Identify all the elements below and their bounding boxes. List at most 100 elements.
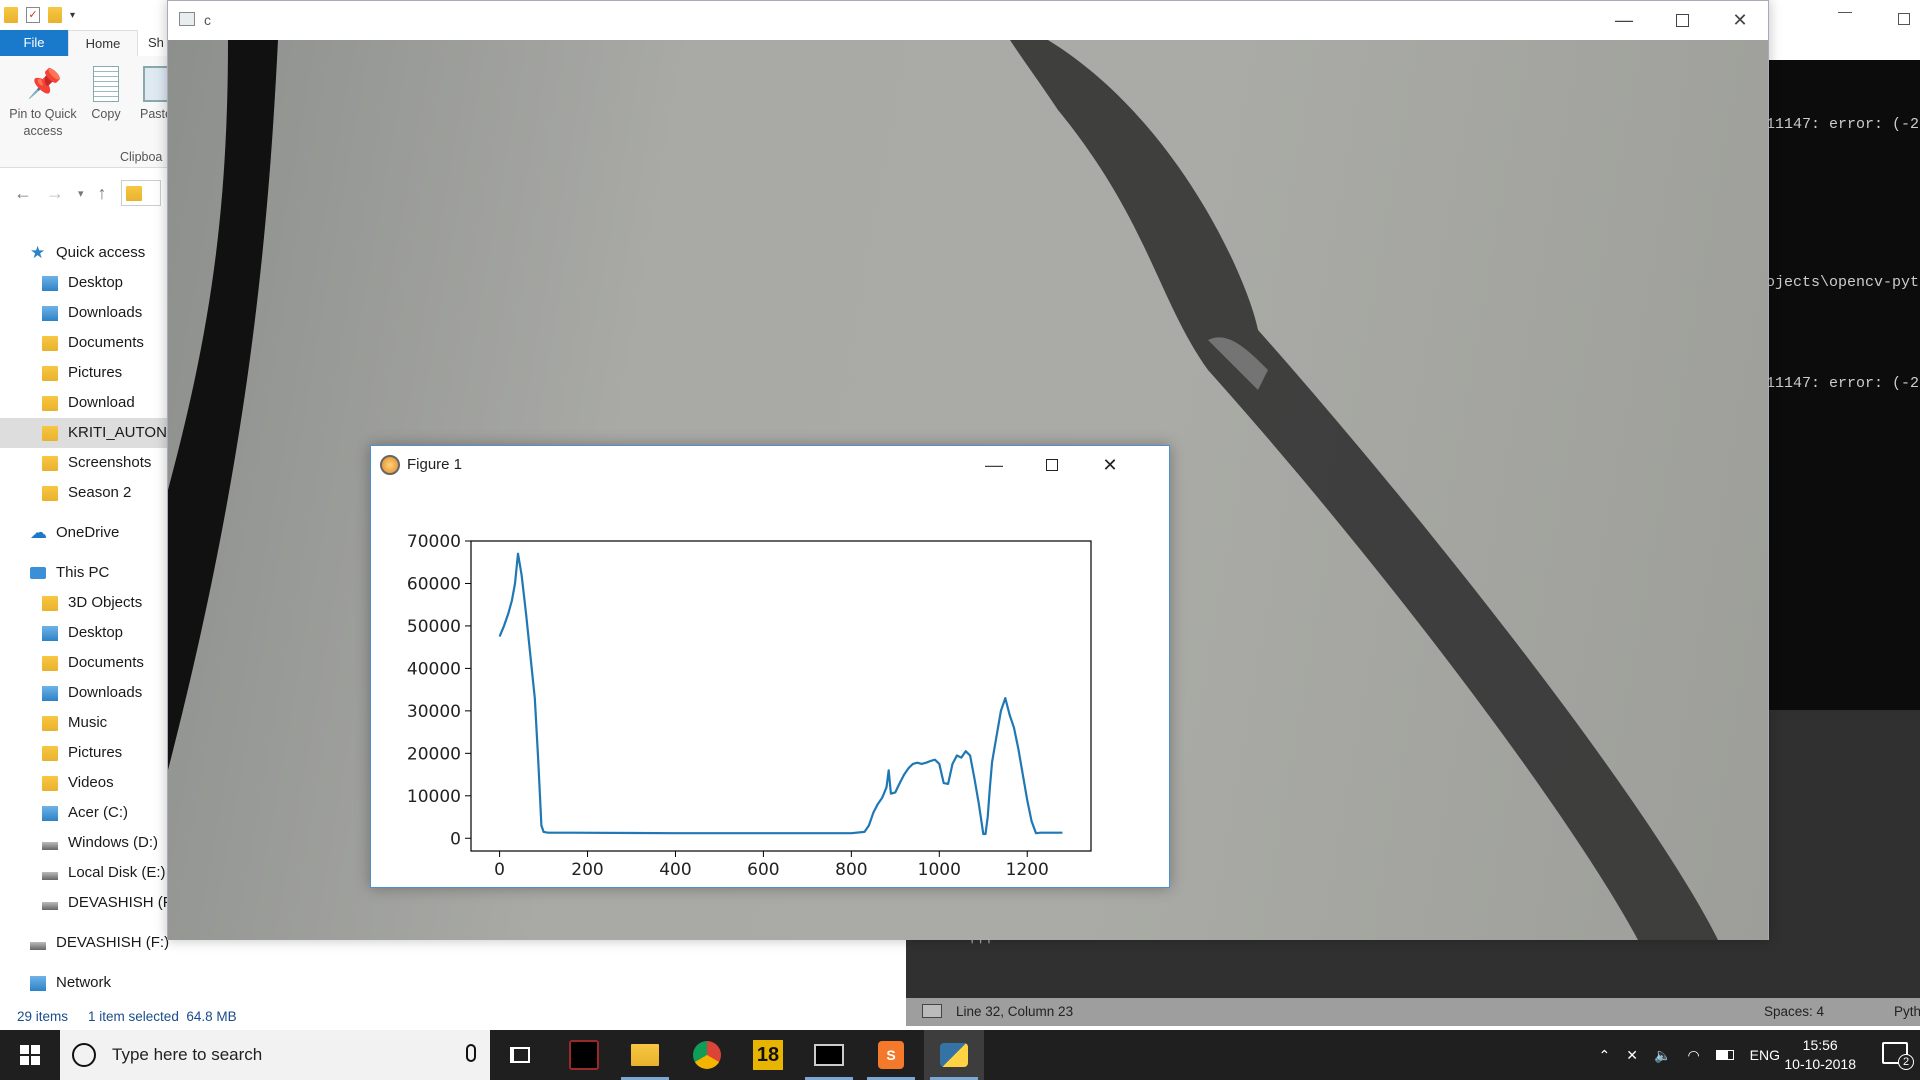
nav-item[interactable]: ☁ OneDrive	[30, 518, 119, 548]
nav-item[interactable]: Desktop	[42, 268, 123, 298]
y-tick-label: 10000	[407, 787, 461, 807]
folder-icon	[125, 185, 142, 201]
figure-titlebar[interactable]: Figure 1 — ✕	[371, 446, 1169, 484]
console-toggle-icon[interactable]	[922, 1004, 942, 1018]
item-count: 29 items	[17, 1009, 69, 1024]
nav-item[interactable]: Documents	[42, 328, 144, 358]
clock[interactable]: 15:56 10-10-2018	[1784, 1036, 1856, 1074]
wifi-icon[interactable]: ◠	[1687, 1047, 1699, 1064]
video-window-titlebar[interactable]: c — ✕	[168, 1, 1768, 40]
nav-item[interactable]: This PC	[30, 558, 109, 588]
pin-to-quick-access-button[interactable]: 📌 Pin to Quick access	[8, 66, 78, 140]
nav-item-label: Downloads	[68, 304, 143, 321]
tab-file[interactable]: File	[0, 30, 68, 56]
nav-item[interactable]: Local Disk (E:)	[42, 858, 166, 888]
maximize-icon	[1675, 14, 1689, 27]
drive-icon	[30, 942, 46, 950]
nav-item[interactable]: Acer (C:)	[42, 798, 128, 828]
sublime-text-icon: S	[878, 1041, 904, 1069]
minimize-button[interactable]: —	[1595, 1, 1653, 40]
task-view-button[interactable]	[490, 1030, 550, 1080]
taskbar-app-python[interactable]	[924, 1030, 984, 1080]
microphone-icon[interactable]	[466, 1044, 476, 1062]
clock-time: 15:56	[1802, 1037, 1838, 1053]
battery-icon[interactable]	[1715, 1050, 1734, 1060]
search-box[interactable]: Type here to search	[60, 1030, 490, 1080]
x-tick-label: 800	[835, 860, 867, 880]
close-icon: ✕	[1102, 454, 1118, 475]
nav-item[interactable]: Music	[42, 708, 107, 738]
nav-item-label: Windows (D:)	[68, 834, 159, 851]
tab-home[interactable]: Home	[68, 30, 138, 56]
indentation-setting[interactable]: Spaces: 4	[1764, 1004, 1824, 1019]
minimize-icon[interactable]	[1838, 12, 1852, 13]
syntax-setting[interactable]: Pyth	[1894, 1004, 1920, 1019]
nav-item[interactable]: Windows (D:)	[42, 828, 158, 858]
console-window[interactable]: 11147: error: (-2 ojects\opencv-pyt 1114…	[1760, 60, 1920, 710]
nav-item[interactable]: Season 2	[42, 478, 131, 508]
x-tick-label: 200	[571, 860, 603, 880]
minimize-button[interactable]: —	[965, 446, 1023, 484]
y-tick-label: 60000	[407, 574, 461, 594]
chrome-icon	[693, 1041, 721, 1069]
nav-item[interactable]: Desktop	[42, 618, 123, 648]
nav-item[interactable]: DEVASHISH (F:)	[42, 888, 181, 918]
up-arrow-icon[interactable]: ↑	[98, 183, 107, 204]
close-button[interactable]: ✕	[1081, 446, 1139, 484]
nav-item[interactable]: Download	[42, 388, 135, 418]
nav-item[interactable]: Downloads	[42, 298, 142, 328]
network-icon	[30, 975, 46, 991]
y-tick-label: 20000	[407, 744, 461, 764]
y-tick-label: 70000	[407, 532, 461, 552]
action-center-button[interactable]: 2	[1882, 1042, 1914, 1070]
cursor-position[interactable]: Line 32, Column 23	[956, 1004, 1073, 1019]
maximize-button[interactable]	[1653, 1, 1711, 40]
downloads-icon	[42, 305, 58, 321]
nav-item-label: OneDrive	[56, 524, 120, 541]
y-tick-label: 50000	[407, 617, 461, 637]
network-disconnected-icon[interactable]: ✕	[1626, 1047, 1638, 1064]
terminal-icon	[814, 1044, 844, 1066]
predator-icon	[569, 1040, 599, 1070]
start-button[interactable]	[0, 1030, 60, 1080]
copy-button[interactable]: Copy	[86, 66, 126, 123]
taskbar-app-sublime[interactable]: S	[861, 1030, 921, 1080]
nav-item[interactable]: DEVASHISH (F:)	[30, 928, 169, 958]
maximize-button[interactable]	[1023, 446, 1081, 484]
nav-item[interactable]: Videos	[42, 768, 114, 798]
taskbar-app-file-explorer[interactable]	[615, 1030, 675, 1080]
maximize-icon[interactable]	[1898, 13, 1910, 25]
documents-icon	[42, 655, 58, 671]
recent-locations-icon[interactable]: ▾	[78, 187, 84, 200]
nav-item[interactable]: Network	[30, 968, 111, 998]
nav-item[interactable]: Documents	[42, 648, 144, 678]
volume-icon[interactable]: 🔈	[1654, 1047, 1671, 1064]
minimize-icon: —	[985, 454, 1003, 475]
x-tick-label: 400	[659, 860, 691, 880]
taskbar-app-terminal[interactable]	[799, 1030, 859, 1080]
console-line: 11147: error: (-2	[1766, 116, 1920, 133]
nav-item[interactable]: Pictures	[42, 738, 122, 768]
nav-item[interactable]: Downloads	[42, 678, 142, 708]
forward-arrow-icon[interactable]: →	[46, 183, 64, 204]
input-language[interactable]: ENG	[1750, 1047, 1780, 1063]
close-button[interactable]: ✕	[1711, 1, 1769, 40]
back-arrow-icon[interactable]: ←	[14, 183, 32, 204]
properties-icon[interactable]: ✓	[26, 7, 40, 23]
taskbar-app-game[interactable]	[554, 1030, 614, 1080]
nav-item[interactable]: Pictures	[42, 358, 122, 388]
nav-item-label: Acer (C:)	[68, 804, 128, 821]
taskbar-app-game-2[interactable]: 18	[738, 1030, 798, 1080]
folder-icon[interactable]	[4, 7, 18, 23]
taskbar-app-chrome[interactable]	[677, 1030, 737, 1080]
nav-item[interactable]: ★ Quick access	[30, 238, 145, 268]
nav-item-label: KRITI_AUTONO	[68, 424, 179, 441]
nav-item-label: Quick access	[56, 244, 146, 261]
show-hidden-icons-icon[interactable]: ⌃	[1599, 1047, 1611, 1064]
folder-icon	[42, 485, 58, 501]
customize-toolbar-icon[interactable]: ▾	[70, 10, 75, 21]
address-bar[interactable]	[120, 180, 161, 206]
new-folder-icon[interactable]	[48, 7, 62, 23]
nav-item[interactable]: Screenshots	[42, 448, 151, 478]
nav-item[interactable]: 3D Objects	[42, 588, 142, 618]
